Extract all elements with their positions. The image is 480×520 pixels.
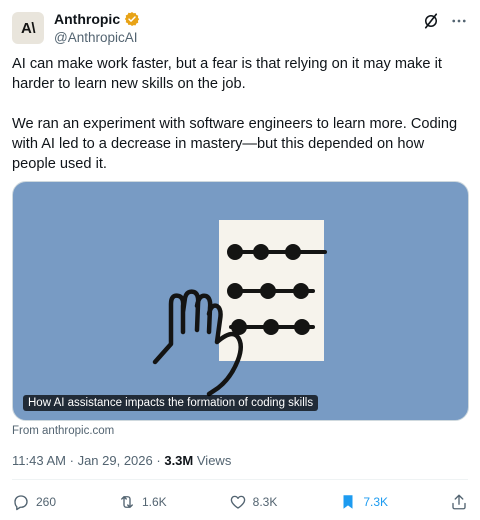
like-count: 8.3K (252, 495, 278, 509)
share-icon[interactable] (450, 493, 468, 511)
post-paragraph: AI can make work faster, but a fear is t… (12, 56, 442, 92)
handle[interactable]: @AnthropicAI (54, 30, 140, 45)
action-bar: 260 1.6K 8.3K 7.3K (12, 490, 468, 514)
media-caption: How AI assistance impacts the formation … (23, 395, 319, 411)
meta-separator: · (156, 453, 161, 468)
avatar[interactable]: A\ (12, 12, 44, 44)
repost-icon (121, 496, 133, 508)
meta-separator: · (69, 453, 74, 468)
post-paragraph: We ran an experiment with software engin… (12, 116, 458, 172)
repost-count: 1.6K (142, 495, 167, 509)
verified-badge-icon (124, 12, 140, 26)
more-icon[interactable] (450, 12, 468, 30)
grok-icon[interactable] (422, 12, 440, 30)
media-card[interactable]: How AI assistance impacts the formation … (12, 181, 469, 421)
post-date[interactable]: Jan 29, 2026 (78, 453, 153, 468)
repost-button[interactable]: 1.6K (118, 493, 167, 511)
views-count: 3.3M (164, 453, 194, 468)
views-label: Views (196, 453, 232, 468)
reply-button[interactable]: 260 (12, 493, 56, 511)
media-illustration (152, 220, 327, 397)
divider (12, 479, 468, 480)
display-name[interactable]: Anthropic (54, 11, 120, 27)
reply-icon (14, 495, 28, 511)
reply-count: 260 (36, 495, 57, 509)
post-header: A\ Anthropic @AnthropicAI (12, 10, 468, 46)
bookmark-icon (343, 495, 353, 509)
like-button[interactable]: 8.3K (229, 493, 278, 511)
bookmark-button[interactable]: 7.3K (339, 493, 388, 511)
header-actions (422, 12, 468, 30)
post-meta: 11:43 AM · Jan 29, 2026 · 3.3M Views (12, 453, 231, 468)
author-names: Anthropic @AnthropicAI (54, 10, 140, 45)
post-time[interactable]: 11:43 AM (12, 453, 66, 468)
bookmark-count: 7.3K (363, 495, 388, 509)
like-icon (230, 495, 245, 509)
post-text: AI can make work faster, but a fear is t… (12, 54, 468, 194)
source-link[interactable]: From anthropic.com (12, 425, 114, 437)
display-name-row: Anthropic (54, 10, 140, 28)
